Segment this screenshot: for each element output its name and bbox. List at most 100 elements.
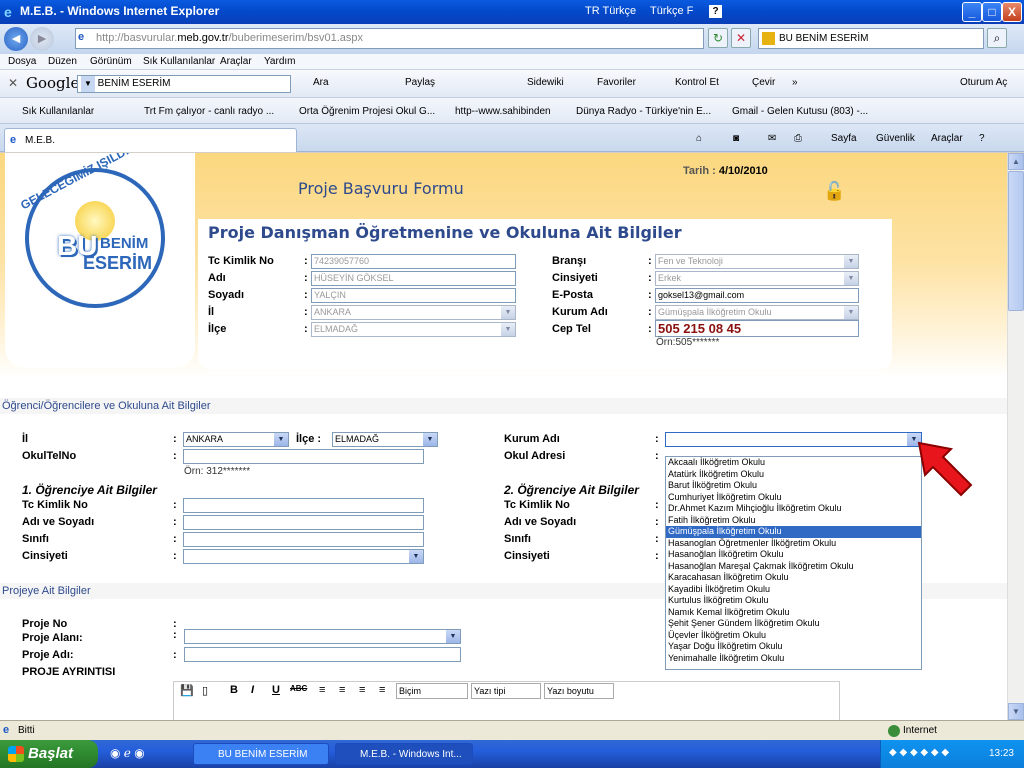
close-button[interactable]: X [1002,2,1022,22]
school-option[interactable]: Yenimahalle İlköğretim Okulu [666,653,921,665]
underline-button[interactable]: U [272,684,280,696]
s1-sinif-input[interactable] [183,532,424,547]
minimize-button[interactable]: _ [962,2,982,22]
guvenlik-menu[interactable]: Güvenlik [876,133,915,144]
oturum-ac-button[interactable]: Oturum Aç [960,77,1007,88]
school-option[interactable]: Kayadibi İlköğretim Okulu [666,584,921,596]
menu-yardim[interactable]: Yardım [264,56,296,67]
security-zone[interactable]: Internet [903,725,937,736]
scroll-thumb[interactable] [1008,171,1024,311]
menu-sik-kullanilanlar[interactable]: Sık Kullanılanlar [143,56,215,67]
advisor-ceptel-input[interactable]: 505 215 08 45 [655,320,859,337]
new-doc-icon[interactable]: ▯ [202,684,208,697]
google-paylas-button[interactable]: Paylaş [405,77,435,88]
fav-link-trtfm[interactable]: Trt Fm çalıyor - canlı radyo ... [144,106,274,117]
school-option[interactable]: Gümüşpala İlköğretim Okulu [666,526,921,538]
close-toolbar-icon[interactable]: ✕ [8,76,18,90]
school-option[interactable]: Atatürk İlköğretim Okulu [666,469,921,481]
font-combo[interactable]: Yazı tipi [471,683,541,699]
school-option[interactable]: Cumhuriyet İlköğretim Okulu [666,492,921,504]
align-center-icon[interactable]: ≡ [339,684,345,696]
lock-icon[interactable]: 🔓 [823,181,849,205]
maximize-button[interactable]: □ [982,2,1002,22]
quicklaunch-icons[interactable]: ◉ ℯ ◉ [110,746,145,760]
favorites-button[interactable]: Sık Kullanılanlar [22,106,94,117]
student-kurum-select[interactable]: ▼ [665,432,922,447]
advisor-eposta-input[interactable]: goksel13@gmail.com [655,288,859,303]
help-icon[interactable]: ? [979,133,985,144]
s1-tc-input[interactable] [183,498,424,513]
school-option[interactable]: Hasanoğlan Mareşal Çakmak İlköğretim Oku… [666,561,921,573]
school-option[interactable]: Fatih İlköğretim Okulu [666,515,921,527]
school-option[interactable]: Namık Kemal İlköğretim Okulu [666,607,921,619]
chevron-down-icon[interactable]: ▼ [81,76,95,92]
language-indicator[interactable]: TR Türkçe [585,5,636,17]
sayfa-menu[interactable]: Sayfa [831,133,857,144]
print-icon[interactable]: ⎙ [794,133,802,144]
tray-icons[interactable]: ◆ ◆ ◆ ◆ ◆ ◆ [889,747,949,758]
google-ara-button[interactable]: Ara [313,77,329,88]
school-option[interactable]: Yaşar Doğu İlköğretim Okulu [666,641,921,653]
school-option[interactable]: Kurtulus İlköğretim Okulu [666,595,921,607]
taskbar-item-meb[interactable]: M.E.B. - Windows Int... [335,743,473,765]
window-titlebar[interactable]: e M.E.B. - Windows Internet Explorer TR … [0,0,1024,24]
menu-dosya[interactable]: Dosya [8,56,36,67]
tab-meb[interactable]: e M.E.B. [4,128,297,152]
scroll-up-icon[interactable]: ▲ [1008,153,1024,170]
align-right-icon[interactable]: ≡ [359,684,365,696]
advisor-soyadi-input[interactable]: YALÇIN [311,288,516,303]
rss-icon[interactable]: ◙ [733,133,739,144]
okultel-input[interactable] [183,449,424,464]
fav-link-gmail[interactable]: Gmail - Gelen Kutusu (803) -... [732,106,868,117]
proje-alani-select[interactable]: ▼ [184,629,461,644]
fav-link-dunya-radyo[interactable]: Dünya Radyo - Türkiye'nin E... [576,106,711,117]
more-chevron-button[interactable]: » [792,77,798,88]
menu-gorunum[interactable]: Görünüm [90,56,132,67]
mail-icon[interactable]: ✉ [768,133,776,144]
advisor-kurum-select[interactable]: Gümüşpala İlköğretim Okulu ▼ [655,305,859,320]
start-button[interactable]: Başlat [0,740,98,768]
google-search-input[interactable]: BU BENİM ESERİM ▼ [77,75,291,93]
strikethrough-button[interactable]: ABC [290,684,307,693]
menu-duzen[interactable]: Düzen [48,56,77,67]
search-input[interactable]: BU BENİM ESERİM [758,28,984,49]
stop-icon[interactable]: ✕ [731,28,751,48]
align-left-icon[interactable]: ≡ [319,684,325,696]
school-option[interactable]: Akcaalı İlköğretim Okulu [666,457,921,469]
advisor-adi-input[interactable]: HÜSEYİN GÖKSEL [311,271,516,286]
school-option[interactable]: Şehit Şener Gündem İlköğretim Okulu [666,618,921,630]
home-icon[interactable]: ⌂ [696,133,702,144]
school-dropdown-list[interactable]: Akcaalı İlköğretim Okulu Atatürk İlköğret… [665,456,922,670]
school-option[interactable]: Hasanoğlan İlköğretim Okulu [666,549,921,561]
taskbar-item-bu-benim-eserim[interactable]: BU BENİM ESERİM [193,743,329,765]
cevir-button[interactable]: Çevir [752,77,775,88]
address-input[interactable]: e http://basvurular.meb.gov.tr/buberimes… [75,28,704,49]
kontrol-et-button[interactable]: Kontrol Et [675,77,719,88]
language-help-icon[interactable]: ? [709,5,722,18]
school-option[interactable]: Hasanoglan Öğretmenler İlköğretim Okulu [666,538,921,550]
advisor-tc-input[interactable]: 74239057760 [311,254,516,269]
back-button[interactable]: ◄ [4,27,28,51]
bold-button[interactable]: B [230,684,238,696]
school-option[interactable]: Üçevler İlköğretim Okulu [666,630,921,642]
advisor-il-select[interactable]: ANKARA ▼ [311,305,516,320]
italic-button[interactable]: I [251,684,254,696]
school-option[interactable]: Barut İlköğretim Okulu [666,480,921,492]
vertical-scrollbar[interactable]: ▲ ▼ [1007,153,1024,720]
scroll-down-icon[interactable]: ▼ [1008,703,1024,720]
search-icon[interactable]: ⌕ [987,28,1007,48]
advisor-cinsiyet-select[interactable]: Erkek ▼ [655,271,859,286]
fav-link-orta-ogrenim[interactable]: Orta Öğrenim Projesi Okul G... [299,106,435,117]
save-icon[interactable]: 💾 [180,684,194,697]
araclar-menu[interactable]: Araçlar [931,133,963,144]
align-justify-icon[interactable]: ≡ [379,684,385,696]
style-combo[interactable]: Biçim [396,683,468,699]
keyboard-indicator[interactable]: Türkçe F [650,5,693,17]
school-option[interactable]: Karacahasan İlköğretim Okulu [666,572,921,584]
advisor-ilce-select[interactable]: ELMADAĞ ▼ [311,322,516,337]
menu-araclar[interactable]: Araçlar [220,56,252,67]
forward-button[interactable]: ► [30,27,54,51]
student-ilce-select[interactable]: ELMADAĞ ▼ [332,432,438,447]
proje-adi-input[interactable] [184,647,461,662]
s1-adsoyad-input[interactable] [183,515,424,530]
